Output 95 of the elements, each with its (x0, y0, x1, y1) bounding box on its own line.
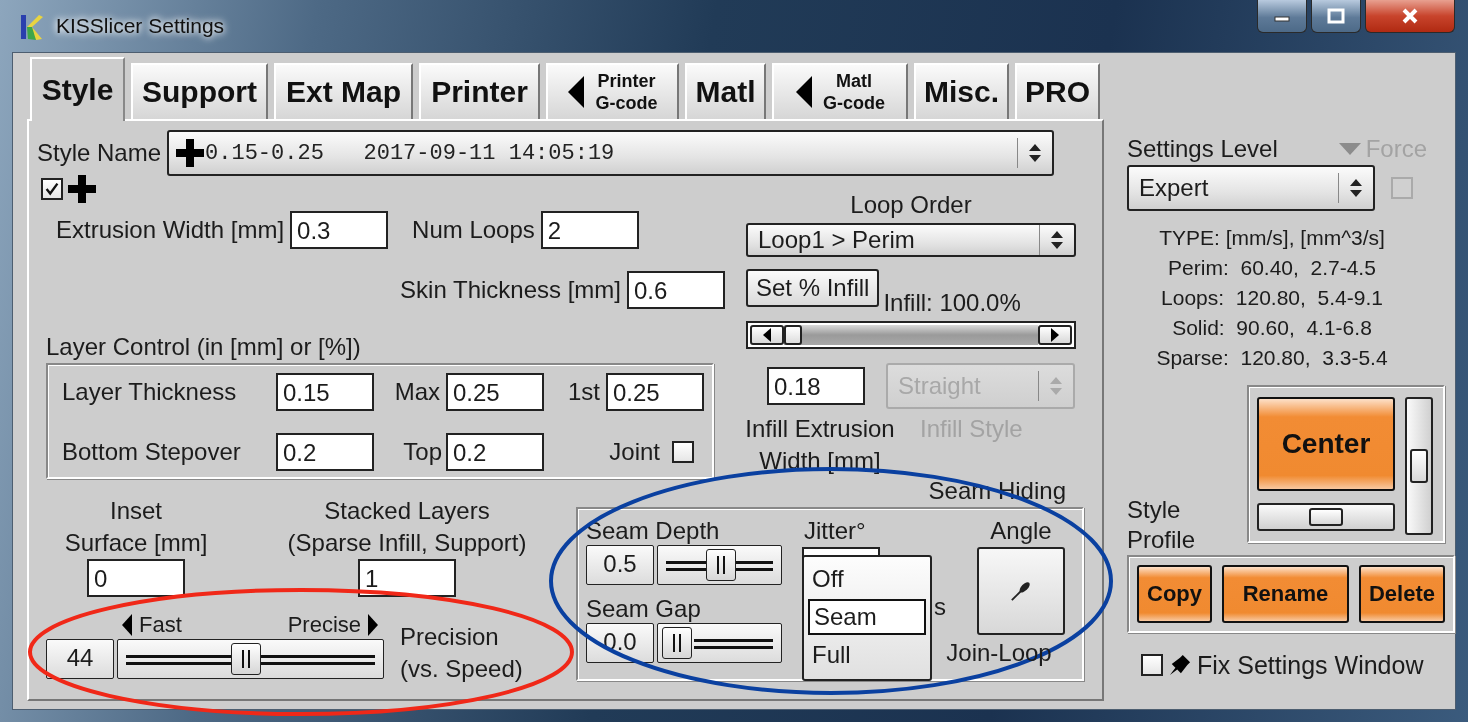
input-field[interactable]: 0 (87, 559, 185, 597)
plus-icon[interactable] (175, 138, 206, 168)
angle-button[interactable] (977, 547, 1065, 635)
infill-scrollbar[interactable] (746, 321, 1076, 349)
tab[interactable]: Printer G-code (546, 63, 679, 119)
scrollbar-thumb[interactable] (784, 325, 802, 345)
input-field[interactable]: 0.2 (276, 433, 374, 471)
close-button[interactable] (1365, 0, 1455, 33)
field-label: Angle (990, 517, 1052, 545)
plus-icon[interactable] (67, 174, 97, 204)
speed-line: Sparse: 120.80, 3.3-5.4 (1156, 345, 1388, 371)
input-field[interactable]: 0.2 (446, 433, 544, 471)
input-field[interactable]: 0.15 (276, 373, 374, 411)
infill-reading: Infill: 100.0% (883, 289, 1021, 317)
field-label: Max (394, 378, 441, 406)
profile-button[interactable]: Rename (1222, 565, 1349, 623)
field-label: Inset Surface [mm] (64, 496, 208, 558)
center-button[interactable]: Center (1257, 397, 1395, 492)
updown-icon (1050, 229, 1064, 251)
updown-icon (1028, 142, 1043, 164)
value-field[interactable]: 0.5 (586, 545, 654, 585)
field-label: Num Loops (412, 216, 535, 244)
left-arrow-icon (121, 613, 133, 637)
slider-label: Seam Gap (586, 595, 702, 623)
triangle-icon (567, 75, 586, 109)
checkbox[interactable] (1141, 654, 1163, 676)
slider-label: Precise (287, 612, 361, 638)
checkbox[interactable] (41, 178, 63, 200)
triangle-icon (795, 75, 813, 109)
input-field[interactable]: 0.3 (290, 211, 389, 249)
pin-icon (1010, 580, 1032, 602)
speed-line: Perim: 60.40, 2.7-4.5 (1168, 255, 1376, 281)
menu-item[interactable]: Seam (808, 599, 926, 635)
slider-thumb[interactable] (706, 549, 736, 581)
speed-line: TYPE: [mm/s], [mm^3/s] (1159, 225, 1385, 251)
tab[interactable]: Printer (419, 63, 540, 119)
field-label: s (934, 593, 946, 621)
set-infill-button[interactable]: Set % Infill (746, 269, 880, 307)
profile-button[interactable]: Delete (1358, 565, 1445, 623)
tab[interactable]: PRO (1015, 63, 1100, 119)
checkbox-label: Joint (609, 438, 660, 466)
field-label: Bottom Stepover (62, 438, 241, 466)
style-name-dropdown[interactable]: 0.15-0.25 2017-09-11 14:05:19 (167, 130, 1055, 176)
slider-label: Seam Depth (586, 517, 721, 545)
profile-button[interactable]: Copy (1137, 565, 1212, 623)
slider-thumb[interactable] (1410, 449, 1428, 483)
caret-icon (1337, 142, 1362, 156)
checkbox-label: Fix Settings Window (1197, 651, 1424, 679)
field-label: Jitter° (804, 517, 866, 544)
slider-label: Precision (vs. Speed) (400, 622, 524, 684)
field-label: Style Name (37, 139, 162, 167)
tab[interactable]: Matl G-code (772, 63, 908, 119)
updown-icon (1349, 177, 1363, 199)
maximize-icon (1326, 8, 1346, 24)
checkbox[interactable] (672, 441, 694, 463)
input-field[interactable]: 0.25 (606, 373, 704, 411)
tab[interactable]: Support (131, 63, 268, 119)
input-field[interactable]: 0.25 (446, 373, 544, 411)
slider-thumb[interactable] (662, 627, 692, 659)
speed-line: Solid: 90.60, 4.1-6.8 (1172, 315, 1372, 341)
window-title: KISSlicer Settings (56, 14, 225, 38)
slider-label: Fast (139, 612, 182, 638)
input-field[interactable]: 1 (358, 559, 456, 597)
field-label: 1st (568, 378, 601, 406)
pin-icon (1169, 654, 1191, 676)
app-icon (18, 12, 44, 42)
speed-line: Loops: 120.80, 5.4-9.1 (1161, 285, 1383, 311)
input-field[interactable]: 0.6 (627, 271, 725, 309)
settings-level-dropdown[interactable]: Expert (1127, 165, 1375, 211)
tab[interactable]: Matl (685, 63, 766, 119)
field-label: Extrusion Width [mm] (56, 216, 285, 244)
field-label: Settings Level (1127, 135, 1278, 163)
tab[interactable]: Style (30, 57, 125, 121)
minimize-button[interactable] (1257, 0, 1307, 33)
tab[interactable]: Ext Map (274, 63, 413, 119)
field-label: Skin Thickness [mm] (400, 276, 621, 304)
field-label: Layer Thickness (62, 378, 237, 406)
maximize-button[interactable] (1311, 0, 1361, 33)
slider-thumb[interactable] (1309, 508, 1343, 527)
menu-item[interactable]: Off (808, 561, 926, 597)
field-label: Top (403, 438, 443, 466)
close-icon (1400, 7, 1420, 25)
menu-item[interactable]: Full (808, 637, 926, 673)
updown-icon (1049, 375, 1063, 397)
right-arrow-icon (367, 613, 379, 637)
value-field[interactable]: 44 (46, 639, 114, 679)
field-label: Stacked Layers (Sparse Infill, Support) (287, 496, 527, 558)
field-label: Loop Order (849, 191, 973, 219)
tab[interactable]: Misc. (914, 63, 1009, 119)
group-title: Style Profile (1127, 495, 1197, 555)
input-field[interactable]: 0.18 (767, 367, 865, 405)
loop-order-dropdown[interactable]: Loop1 > Perim (746, 223, 1076, 257)
slider-thumb[interactable] (231, 643, 261, 675)
input-field[interactable]: 2 (540, 211, 639, 249)
group-title: Layer Control (in [mm] or [%]) (46, 333, 362, 361)
